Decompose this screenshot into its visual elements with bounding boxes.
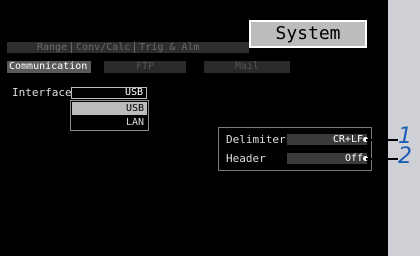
subtab-communication[interactable]: Communication <box>7 61 91 73</box>
callout-2-number: 2 <box>398 144 412 169</box>
screen-title[interactable]: System <box>249 20 367 48</box>
delimiter-label: Delimiter <box>226 133 286 146</box>
header-value[interactable]: Off <box>287 153 367 164</box>
callout-2-line <box>366 158 398 160</box>
callout-1-line <box>366 139 398 141</box>
interface-select[interactable]: USB <box>71 87 147 99</box>
subtab-mail[interactable]: Mail <box>204 61 290 73</box>
device-screen: System Range Conv/Calc Trig & Alm Communic… <box>0 0 388 256</box>
interface-dropdown: USB LAN <box>70 100 149 131</box>
header-label: Header <box>226 152 266 165</box>
option-lan[interactable]: LAN <box>72 116 147 129</box>
top-tab-strip: Range Conv/Calc Trig & Alm <box>7 42 249 53</box>
tab-trig-alm[interactable]: Trig & Alm <box>134 42 203 53</box>
subtab-ftp[interactable]: FTP <box>104 61 186 73</box>
tab-range[interactable]: Range <box>7 42 71 53</box>
interface-label: Interface <box>12 86 72 99</box>
title-box: System <box>240 10 382 60</box>
tab-conv-calc[interactable]: Conv/Calc <box>71 42 134 53</box>
option-usb[interactable]: USB <box>72 102 147 115</box>
delimiter-value[interactable]: CR+LF <box>287 134 367 145</box>
